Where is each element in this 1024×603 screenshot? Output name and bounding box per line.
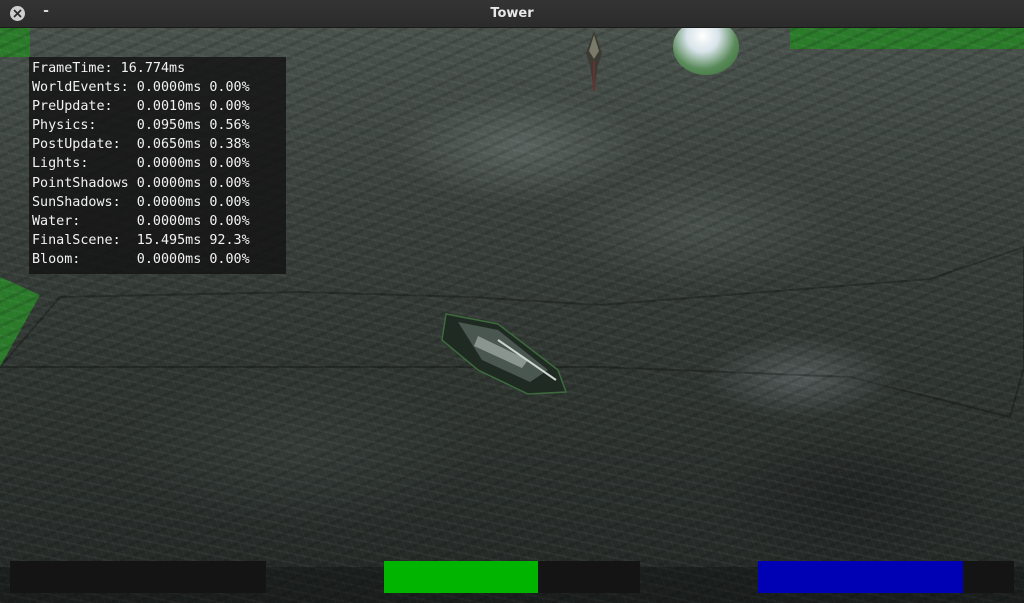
health-bar xyxy=(384,561,640,593)
game-window: - Tower FrameTime: 16.774ms WorldEvents:… xyxy=(0,0,1024,603)
window-title: Tower xyxy=(490,6,534,21)
performance-stats-panel: FrameTime: 16.774ms WorldEvents: 0.0000m… xyxy=(29,57,286,274)
stat-postupdate: PostUpdate: 0.0650ms 0.38% xyxy=(32,137,250,153)
stat-physics: Physics: 0.0950ms 0.56% xyxy=(32,118,250,134)
energy-bar-fill xyxy=(758,561,963,593)
stat-worldevents: WorldEvents: 0.0000ms 0.00% xyxy=(32,80,250,96)
left-bar xyxy=(10,561,266,593)
title-bar: - Tower xyxy=(0,0,1024,28)
drone-ship-icon xyxy=(586,31,602,91)
stat-pointshadows: PointShadows 0.0000ms 0.00% xyxy=(32,175,250,191)
game-viewport[interactable]: FrameTime: 16.774ms WorldEvents: 0.0000m… xyxy=(0,27,1024,603)
stat-preupdate: PreUpdate: 0.0010ms 0.00% xyxy=(32,99,250,115)
stat-finalscene: FinalScene: 15.495ms 92.3% xyxy=(32,232,250,248)
stat-frametime: FrameTime: 16.774ms xyxy=(32,61,186,76)
health-bar-fill xyxy=(384,561,538,593)
energy-bar xyxy=(758,561,1014,593)
player-ship-icon xyxy=(441,313,568,395)
stat-bloom: Bloom: 0.0000ms 0.00% xyxy=(32,251,250,267)
stat-lights: Lights: 0.0000ms 0.00% xyxy=(32,156,250,172)
stat-sunshadows: SunShadows: 0.0000ms 0.00% xyxy=(32,194,250,210)
stat-water: Water: 0.0000ms 0.00% xyxy=(32,213,250,229)
